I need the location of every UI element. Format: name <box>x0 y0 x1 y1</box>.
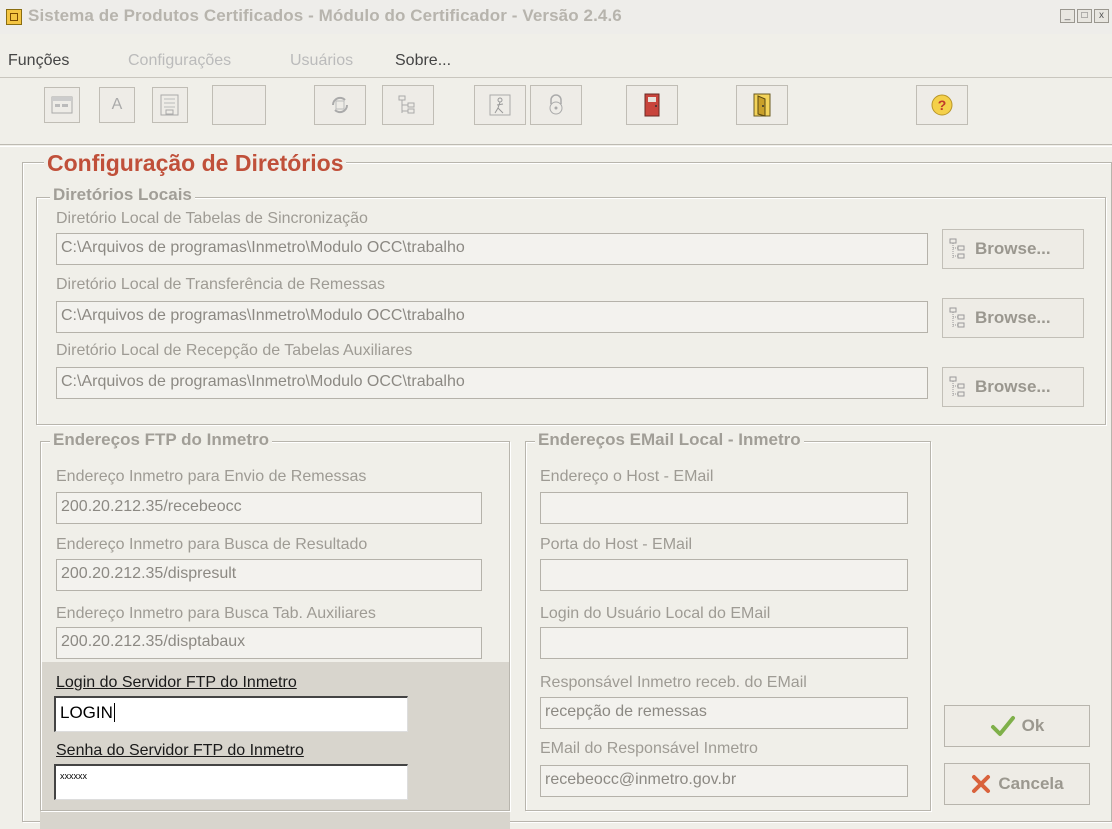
list-window-icon[interactable] <box>152 87 188 123</box>
folder-tree-icon <box>949 307 965 328</box>
email-host-field[interactable] <box>540 492 908 524</box>
email-responsible-label: Responsável Inmetro receb. do EMail <box>540 674 807 691</box>
person-icon[interactable] <box>474 85 526 125</box>
ftp-result-label: Endereço Inmetro para Busca de Resultado <box>56 536 368 553</box>
ftp-aux-label: Endereço Inmetro para Busca Tab. Auxilia… <box>56 605 376 622</box>
ftp-login-label: Login do Servidor FTP do Inmetro <box>56 674 297 691</box>
browse-label: Browse... <box>975 377 1051 396</box>
browse-label: Browse... <box>975 308 1051 327</box>
ftp-login-field[interactable]: LOGIN <box>54 696 408 732</box>
help-glyph: ? <box>938 97 947 113</box>
browse-sync-button[interactable]: Browse... <box>942 229 1084 269</box>
window-icon[interactable] <box>44 87 80 123</box>
browse-reception-button[interactable]: Browse... <box>942 367 1084 407</box>
email-responsible-field[interactable]: recepção de remessas <box>540 697 908 729</box>
ftp-password-field[interactable]: xxxxxx <box>54 764 408 800</box>
ok-label: Ok <box>1021 716 1045 735</box>
maximize-button[interactable]: □ <box>1077 9 1092 23</box>
menu-funcoes[interactable]: Funções <box>8 52 69 70</box>
browse-transfer-button[interactable]: Browse... <box>942 298 1084 338</box>
menu-separator <box>0 77 1112 78</box>
folder-tree-icon <box>949 376 965 397</box>
minimize-button[interactable]: _ <box>1060 9 1075 23</box>
local-dirs-title: Diretórios Locais <box>50 185 195 205</box>
menu-configuracoes[interactable]: Configurações <box>128 52 231 70</box>
tree-icon[interactable] <box>382 85 434 125</box>
toolbar-separator <box>0 144 1112 145</box>
reception-dir-field[interactable]: C:\Arquivos de programas\Inmetro\Modulo … <box>56 367 928 399</box>
toolbar-separator-highlight <box>0 146 1112 147</box>
browse-label: Browse... <box>975 239 1051 258</box>
ftp-password-label: Senha do Servidor FTP do Inmetro <box>56 742 304 759</box>
app-icon <box>6 9 22 25</box>
email-port-label: Porta do Host - EMail <box>540 536 693 553</box>
blank-icon[interactable] <box>212 85 266 125</box>
email-responsible-email-field[interactable]: recebeocc@inmetro.gov.br <box>540 765 908 797</box>
exit-door-red-icon[interactable] <box>626 85 678 125</box>
checkmark-icon <box>990 716 1015 736</box>
close-button[interactable]: x <box>1094 9 1109 23</box>
ftp-result-field[interactable]: 200.20.212.35/dispresult <box>56 559 482 591</box>
email-host-label: Endereço o Host - EMail <box>540 468 714 485</box>
ok-button[interactable]: Ok <box>944 705 1090 747</box>
menu-sobre[interactable]: Sobre... <box>395 52 451 70</box>
window-controls: _ □ x <box>1060 9 1111 27</box>
transfer-dir-field[interactable]: C:\Arquivos de programas\Inmetro\Modulo … <box>56 301 928 333</box>
ftp-send-field[interactable]: 200.20.212.35/recebeocc <box>56 492 482 524</box>
email-login-field[interactable] <box>540 627 908 659</box>
transfer-dir-label: Diretório Local de Transferência de Reme… <box>56 276 386 293</box>
ftp-send-label: Endereço Inmetro para Envio de Remessas <box>56 468 367 485</box>
menu-usuarios[interactable]: Usuários <box>290 52 353 70</box>
window-title: Sistema de Produtos Certificados - Módul… <box>28 6 622 25</box>
cancel-button[interactable]: Cancela <box>944 763 1090 805</box>
email-responsible-email-label: EMail do Responsável Inmetro <box>540 740 758 757</box>
sync-dir-label: Diretório Local de Tabelas de Sincroniza… <box>56 210 368 227</box>
email-title: Endereços EMail Local - Inmetro <box>535 430 804 450</box>
folder-tree-icon <box>949 238 965 259</box>
email-port-field[interactable] <box>540 559 908 591</box>
reception-dir-label: Diretório Local de Recepção de Tabelas A… <box>56 342 413 359</box>
lock-icon[interactable] <box>530 85 582 125</box>
ftp-aux-field[interactable]: 200.20.212.35/disptabaux <box>56 627 482 659</box>
ftp-login-value: LOGIN <box>60 703 113 722</box>
exit-door-open-icon[interactable] <box>736 85 788 125</box>
font-a-icon[interactable]: A <box>99 87 135 123</box>
refresh-icon[interactable] <box>314 85 366 125</box>
config-title: Configuração de Diretórios <box>44 150 347 177</box>
sync-dir-field[interactable]: C:\Arquivos de programas\Inmetro\Modulo … <box>56 233 928 265</box>
ftp-title: Endereços FTP do Inmetro <box>50 430 273 450</box>
cancel-label: Cancela <box>998 774 1064 793</box>
x-icon <box>972 775 991 793</box>
email-login-label: Login do Usuário Local do EMail <box>540 605 771 622</box>
help-icon[interactable]: ? <box>916 85 968 125</box>
